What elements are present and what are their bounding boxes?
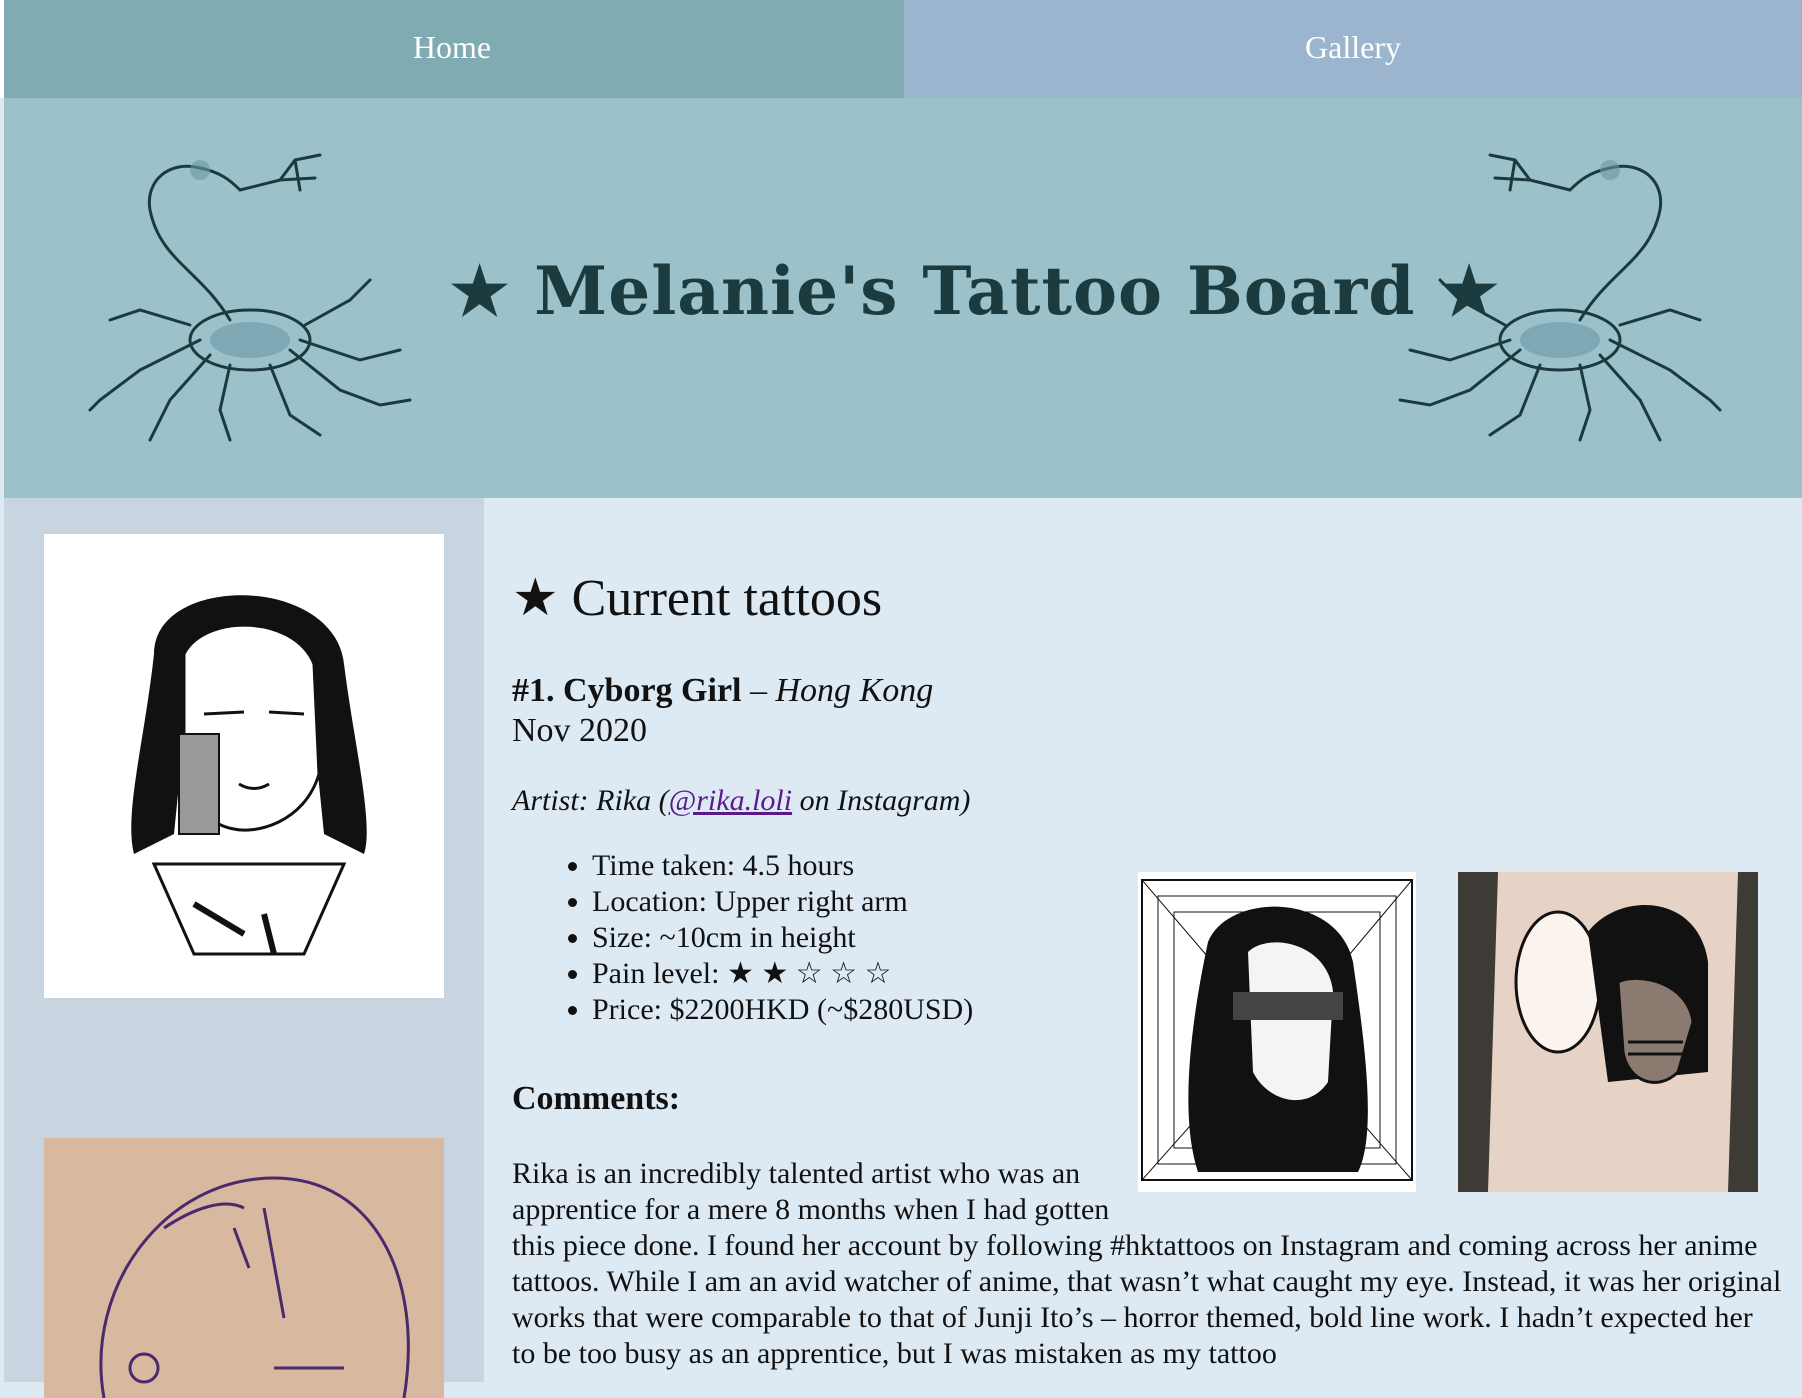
entry-dash: –: [741, 672, 776, 709]
fact-price: Price: $2200HKD (~$280USD): [592, 992, 973, 1028]
main-content: ★ Current tattoos #1. Cyborg Girl – Hong…: [484, 498, 1802, 1382]
sidebar: [4, 498, 484, 1398]
entry-number-title: #1. Cyborg Girl: [512, 672, 742, 709]
nav-home-link[interactable]: Home: [0, 0, 904, 98]
entry-location: Hong Kong: [775, 672, 934, 709]
page-title: ★ Melanie's Tattoo Board ★: [450, 252, 1500, 330]
fact-location: Location: Upper right arm: [592, 884, 973, 920]
facts-list: Time taken: 4.5 hours Location: Upper ri…: [512, 848, 973, 1028]
artist-suffix: on Instagram): [792, 784, 971, 817]
artist-prefix: Artist: Rika (: [512, 784, 669, 817]
section-heading: ★ Current tattoos: [512, 570, 883, 627]
artist-line: Artist: Rika (@rika.loli on Instagram): [512, 784, 970, 818]
top-nav: Home Gallery: [0, 0, 1802, 98]
reference-artwork-image: [1138, 872, 1416, 1192]
comment-body: Rika is an incredibly talented artist wh…: [512, 1156, 1782, 1372]
scorpion-left-illustration: [88, 153, 412, 442]
entry-date: Nov 2020: [512, 712, 648, 749]
stencil-photo-image: [44, 1138, 444, 1398]
fact-pain-level: Pain level: ★ ★ ☆ ☆ ☆: [592, 956, 973, 992]
nav-edge: [0, 0, 4, 98]
comments-heading: Comments:: [512, 1080, 681, 1117]
tattoo-photo-image: [1458, 872, 1758, 1192]
fact-time: Time taken: 4.5 hours: [592, 848, 973, 884]
nav-gallery-link[interactable]: Gallery: [904, 0, 1802, 98]
cyborg-girl-design-image: [44, 534, 444, 998]
fact-size: Size: ~10cm in height: [592, 920, 973, 956]
artist-instagram-link[interactable]: @rika.loli: [669, 784, 792, 817]
image-float-spacer: [1132, 1156, 1782, 1228]
entry-title: #1. Cyborg Girl – Hong Kong: [512, 672, 933, 710]
